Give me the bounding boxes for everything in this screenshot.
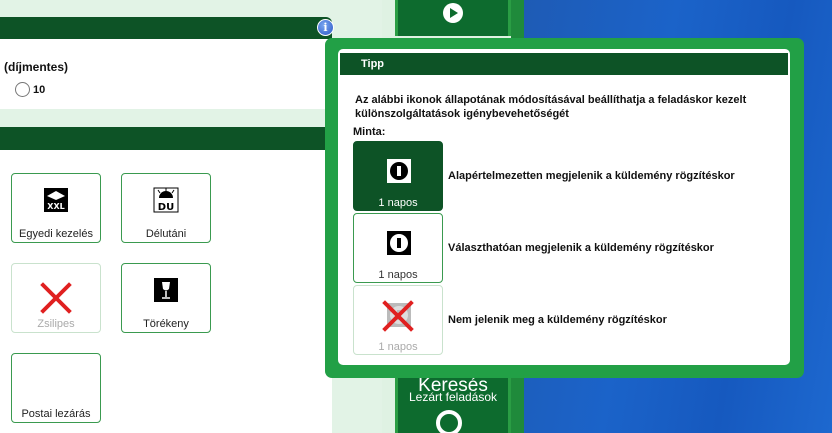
sample-caption: 1 napos — [378, 341, 418, 353]
tip-title: Tipp — [340, 53, 788, 75]
sample-hidden-text: Nem jelenik meg a küldemény rögzítéskor — [448, 314, 667, 326]
sample-optional: 1 napos — [353, 213, 443, 283]
service-zsilipes[interactable]: Zsilipes — [11, 263, 101, 333]
du-sun-icon: DU — [153, 187, 179, 213]
service-label: Postai lezárás — [21, 408, 91, 420]
fee-radio-label: 10 — [33, 84, 46, 96]
service-egyedi-kezeles[interactable]: XXL Egyedi kezelés — [11, 173, 101, 243]
service-label: Zsilipes — [37, 318, 75, 330]
magnifier-icon — [436, 410, 462, 433]
fragile-glass-icon — [154, 278, 178, 302]
one-day-icon — [387, 159, 411, 183]
disabled-x-icon — [40, 282, 72, 314]
xxl-icon-text: XXL — [47, 202, 64, 211]
disabled-x-icon — [382, 300, 414, 332]
service-delutani[interactable]: DU Délutáni — [121, 173, 211, 243]
fee-section — [0, 39, 332, 109]
service-postai-lezaras[interactable]: Postai lezárás — [11, 353, 101, 423]
section-header-1 — [0, 17, 332, 39]
du-icon-text: DU — [158, 202, 174, 213]
one-day-icon — [387, 231, 411, 255]
service-torekeny[interactable]: Törékeny — [121, 263, 211, 333]
xxl-package-icon: XXL — [44, 188, 68, 212]
sample-caption: 1 napos — [378, 197, 418, 209]
fee-radio-10[interactable] — [15, 82, 30, 97]
info-icon[interactable]: i — [317, 19, 334, 36]
tip-sample-label: Minta: — [353, 126, 386, 138]
section-header-2 — [0, 127, 332, 150]
service-label: Egyedi kezelés — [19, 228, 93, 240]
sample-caption: 1 napos — [378, 269, 418, 281]
search-subtitle: Lezárt feladások — [408, 390, 498, 404]
sample-optional-text: Választhatóan megjelenik a küldemény rög… — [448, 242, 714, 254]
sample-default-text: Alapértelmezetten megjelenik a küldemény… — [448, 170, 735, 182]
sample-default: 1 napos — [353, 141, 443, 211]
sample-hidden: 1 napos — [353, 285, 443, 355]
tip-description: Az alábbi ikonok állapotának módosításáv… — [355, 94, 747, 120]
service-label: Törékeny — [143, 318, 189, 330]
service-label: Délutáni — [145, 228, 187, 240]
fee-label: (díjmentes) — [4, 60, 69, 74]
play-icon[interactable] — [443, 3, 463, 23]
